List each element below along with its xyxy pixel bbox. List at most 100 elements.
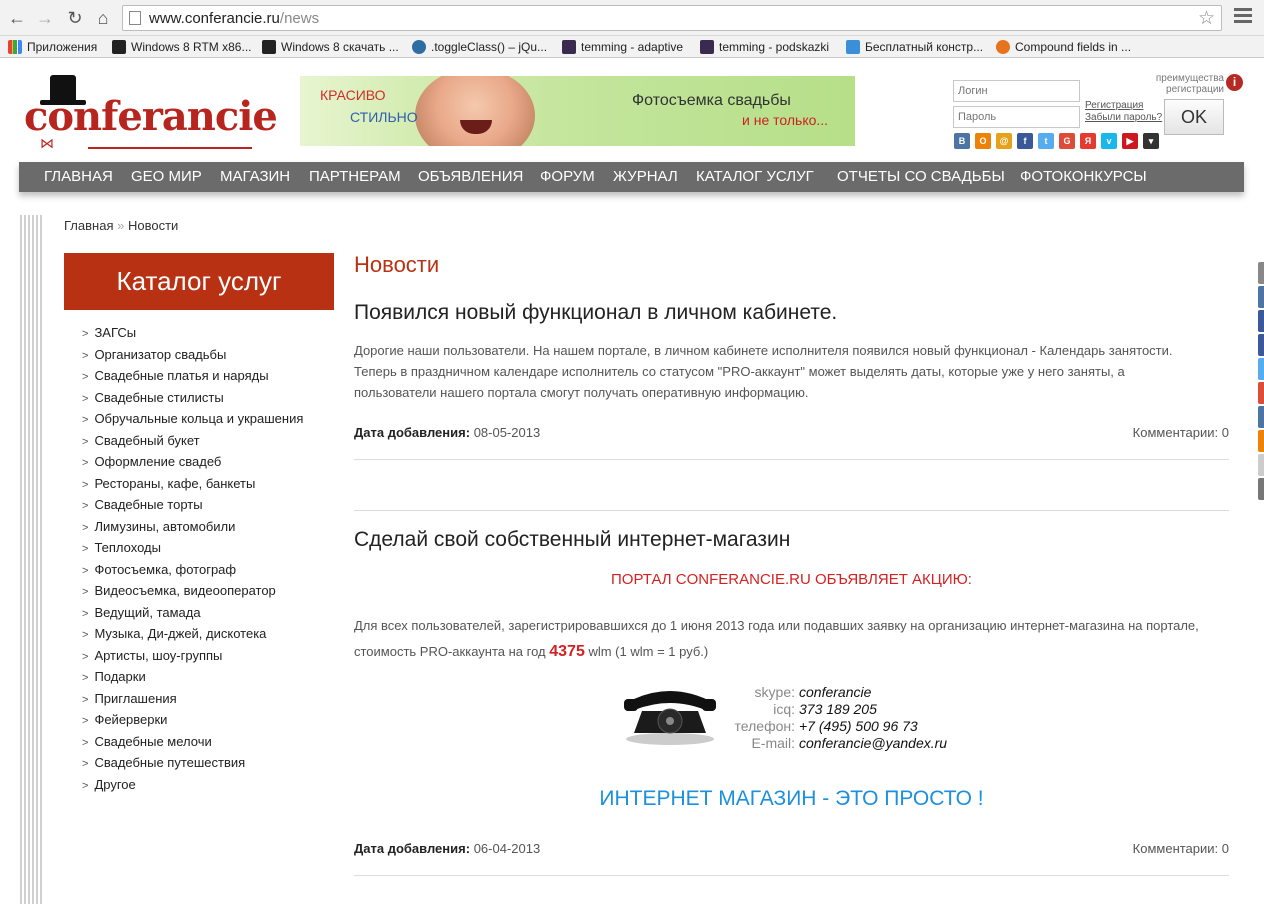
- browser-menu-icon[interactable]: [1234, 8, 1252, 26]
- share-button[interactable]: [1258, 430, 1264, 452]
- google-icon[interactable]: G: [1059, 133, 1075, 149]
- menu-item[interactable]: ЖУРНАЛ: [613, 162, 678, 192]
- mailru-icon[interactable]: @: [996, 133, 1012, 149]
- chevron-right-icon: >: [82, 779, 89, 792]
- catalog-item[interactable]: > Подарки: [82, 669, 146, 684]
- ad-banner[interactable]: КРАСИВО СТИЛЬНО Фотосъемка свадьбы и не …: [300, 76, 855, 146]
- catalog-item[interactable]: > Обручальные кольца и украшения: [82, 411, 303, 426]
- catalog-item[interactable]: > Свадебные стилисты: [82, 390, 224, 405]
- menu-item[interactable]: ФОТОКОНКУРСЫ: [1020, 162, 1147, 192]
- catalog-item[interactable]: > Ведущий, тамада: [82, 605, 201, 620]
- facebook-icon[interactable]: f: [1017, 133, 1033, 149]
- bookmark-item[interactable]: temming - adaptive: [562, 39, 683, 55]
- apps-grid-icon: [8, 40, 22, 54]
- bookmark-item[interactable]: Compound fields in ...: [996, 39, 1131, 55]
- vkontakte-icon[interactable]: B: [954, 133, 970, 149]
- catalog-item[interactable]: > Свадебные платья и наряды: [82, 368, 269, 383]
- registration-advantages-link[interactable]: преимущества регистрации: [1132, 73, 1224, 95]
- url-text: www.conferancie.ru/news: [149, 10, 320, 27]
- page-title: Новости: [354, 252, 440, 277]
- bookmarks-bar: Приложения Windows 8 RTM x86... Windows …: [0, 36, 1264, 58]
- contact-info: skype: conferancie icq: 373 189 205 телефон:…: [720, 684, 948, 752]
- reload-icon[interactable]: ↻: [64, 7, 86, 29]
- login-input[interactable]: [953, 80, 1080, 102]
- catalog-item[interactable]: > Музыка, Ди-джей, дискотека: [82, 626, 266, 641]
- news-comments-link[interactable]: Комментарии: 0: [1133, 425, 1229, 440]
- menu-item[interactable]: ФОРУМ: [540, 162, 595, 192]
- menu-item[interactable]: КАТАЛОГ УСЛУГ: [696, 162, 814, 192]
- address-bar[interactable]: www.conferancie.ru/news ☆: [122, 5, 1222, 31]
- forward-icon[interactable]: →: [34, 7, 56, 29]
- share-button[interactable]: [1258, 382, 1264, 404]
- chevron-right-icon: >: [82, 693, 89, 706]
- news-title[interactable]: Сделай свой собственный интернет-магазин: [354, 528, 790, 552]
- share-button[interactable]: [1258, 334, 1264, 356]
- banner-text: КРАСИВО: [320, 87, 386, 103]
- menu-item[interactable]: МАГАЗИН: [220, 162, 290, 192]
- catalog-item[interactable]: > ЗАГСы: [82, 325, 136, 340]
- catalog-item[interactable]: > Приглашения: [82, 691, 177, 706]
- catalog-item[interactable]: > Оформление свадеб: [82, 454, 221, 469]
- forgot-password-link[interactable]: Забыли пароль?: [1085, 112, 1162, 123]
- catalog-item[interactable]: > Фотосъемка, фотограф: [82, 562, 236, 577]
- share-button[interactable]: [1258, 358, 1264, 380]
- breadcrumb-home-link[interactable]: Главная: [64, 218, 113, 233]
- bookmark-apps[interactable]: Приложения: [8, 39, 97, 55]
- share-button[interactable]: [1258, 478, 1264, 500]
- twitter-icon[interactable]: t: [1038, 133, 1054, 149]
- menu-item[interactable]: ОБЪЯВЛЕНИЯ: [418, 162, 523, 192]
- bookmark-star-icon[interactable]: ☆: [1198, 7, 1215, 30]
- info-icon[interactable]: i: [1226, 74, 1243, 91]
- menu-item[interactable]: GEO МИР: [131, 162, 202, 192]
- catalog-item[interactable]: > Свадебные путешествия: [82, 755, 245, 770]
- bookmark-item[interactable]: temming - podskazki: [700, 39, 829, 55]
- promo-announcement: ПОРТАЛ CONFERANCIE.RU ОБЪЯВЛЯЕТ АКЦИЮ:: [611, 571, 972, 588]
- share-button[interactable]: [1258, 454, 1264, 476]
- login-ok-button[interactable]: OK: [1164, 99, 1224, 135]
- yandex-icon[interactable]: Я: [1080, 133, 1096, 149]
- banner-photo: [415, 76, 535, 146]
- news-date: Дата добавления: 06-04-2013: [354, 841, 541, 856]
- catalog-item[interactable]: > Свадебные торты: [82, 497, 203, 512]
- catalog-item[interactable]: > Лимузины, автомобили: [82, 519, 235, 534]
- news-comments-link[interactable]: Комментарии: 0: [1133, 841, 1229, 856]
- bookmark-item[interactable]: .toggleClass() – jQu...: [412, 39, 547, 55]
- catalog-item[interactable]: > Свадебные мелочи: [82, 734, 212, 749]
- catalog-title[interactable]: Каталог услуг: [64, 253, 334, 310]
- logo-text: conferancie: [24, 93, 278, 140]
- jquery-icon: [412, 40, 426, 54]
- share-button[interactable]: [1258, 406, 1264, 428]
- catalog-item[interactable]: > Фейерверки: [82, 712, 167, 727]
- bookmark-item[interactable]: Бесплатный констр...: [846, 39, 983, 55]
- home-icon[interactable]: ⌂: [92, 7, 114, 29]
- password-input[interactable]: [953, 106, 1080, 128]
- odnoklassniki-icon[interactable]: O: [975, 133, 991, 149]
- bow-tie-icon: ⋈: [40, 135, 54, 151]
- catalog-item[interactable]: > Рестораны, кафе, банкеты: [82, 476, 255, 491]
- catalog-item[interactable]: > Артисты, шоу-группы: [82, 648, 222, 663]
- share-button[interactable]: [1258, 286, 1264, 308]
- catalog-item[interactable]: > Видеосъемка, видеооператор: [82, 583, 276, 598]
- news-title[interactable]: Появился новый функционал в личном кабин…: [354, 301, 837, 325]
- youtube-icon[interactable]: ▶: [1122, 133, 1138, 149]
- site-logo[interactable]: conferancie ⋈: [24, 73, 278, 151]
- more-icon[interactable]: ▾: [1143, 133, 1159, 149]
- register-link[interactable]: Регистрация: [1085, 100, 1143, 111]
- telephone-icon: [624, 691, 716, 745]
- catalog-item[interactable]: > Организатор свадьбы: [82, 347, 226, 362]
- promo-slogan[interactable]: ИНТЕРНЕТ МАГАЗИН - ЭТО ПРОСТО !: [354, 787, 1229, 811]
- menu-item[interactable]: ПАРТНЕРАМ: [309, 162, 401, 192]
- catalog-item[interactable]: > Другое: [82, 777, 136, 792]
- bookmark-item[interactable]: Windows 8 скачать ...: [262, 39, 399, 55]
- menu-item[interactable]: ГЛАВНАЯ: [44, 162, 113, 192]
- bookmark-item[interactable]: Windows 8 RTM x86...: [112, 39, 251, 55]
- catalog-item[interactable]: > Свадебный букет: [82, 433, 200, 448]
- share-button[interactable]: [1258, 310, 1264, 332]
- menu-item[interactable]: ОТЧЕТЫ СО СВАДЬБЫ: [837, 162, 1005, 192]
- share-button[interactable]: [1258, 262, 1264, 284]
- vimeo-icon[interactable]: v: [1101, 133, 1117, 149]
- chevron-right-icon: >: [82, 435, 89, 448]
- catalog-item[interactable]: > Теплоходы: [82, 540, 161, 555]
- chevron-right-icon: >: [82, 500, 89, 512]
- back-icon[interactable]: ←: [6, 7, 28, 29]
